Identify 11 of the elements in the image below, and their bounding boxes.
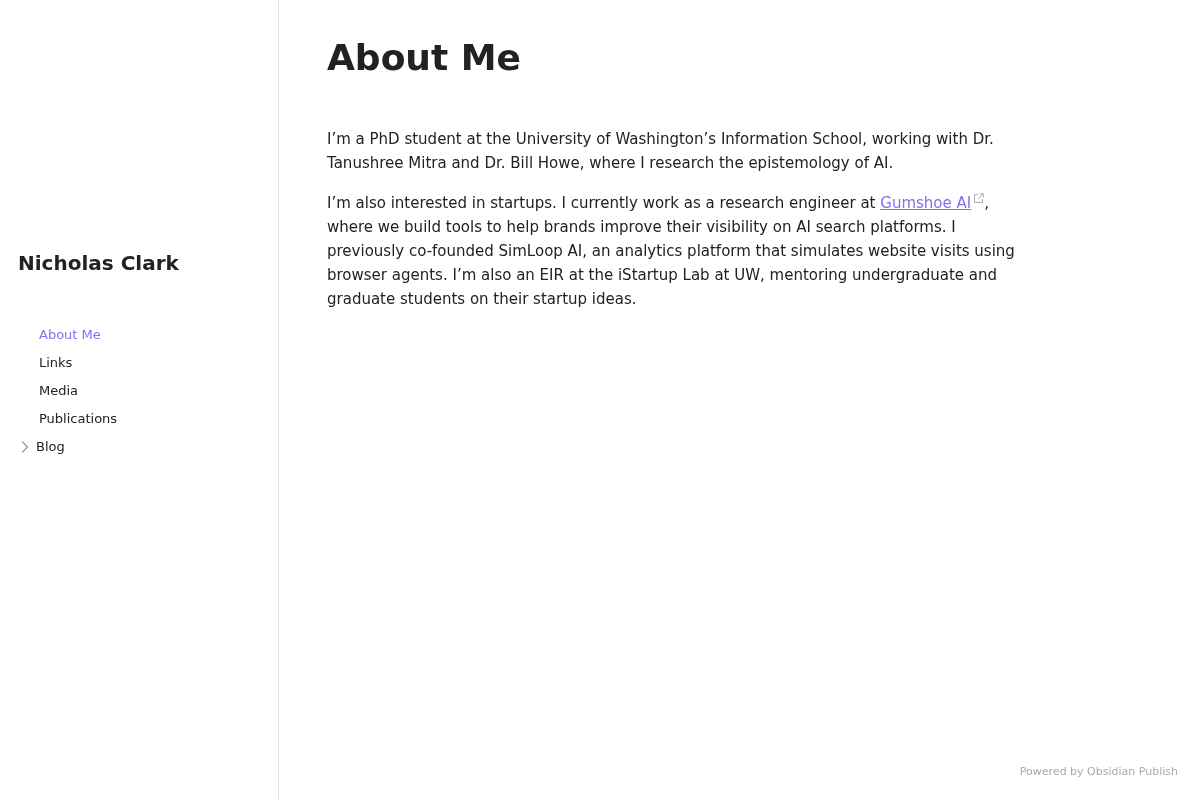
nav-folder[interactable]: Blog [36,437,65,457]
nav-link[interactable]: About Me [39,325,101,345]
inline-link[interactable]: Gumshoe AI [880,194,985,212]
chevron-icon[interactable] [21,441,29,453]
nav-link[interactable]: Media [39,381,79,401]
body-paragraph: I’m a PhD student at the University of Washington’s Information School, working with Dr. Tanushree Mitra and Dr. Bill Howe, where I research the epistemology of AI. [327,129,995,174]
site-name: Nicholas Clark [18,250,179,276]
body-paragraph: I’m also interested in startups. I currently work as a research engineer at Gumshoe AI , where we build tools to help brands improve their visibility on AI search platforms. I previously co-founded SimLoop AI, an analytics platform that simulates website visits using browser agents. I’m also an EIR at the iStartup Lab at UW, mentoring undergraduate and graduate students on their startup ideas. [327,192,1016,310]
page-title: About Me [327,36,521,80]
nav-link[interactable]: Publications [39,409,118,429]
nav-link[interactable]: Links [39,353,73,373]
